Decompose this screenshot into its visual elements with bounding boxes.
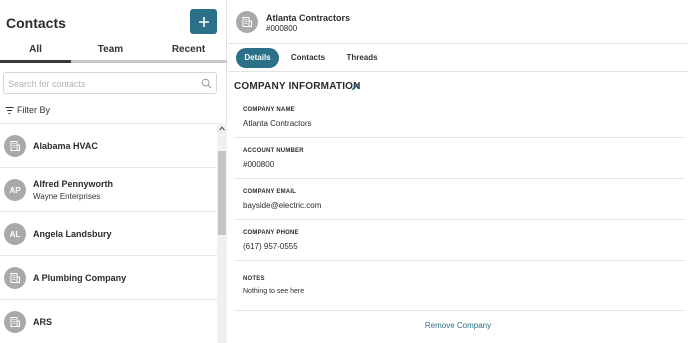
building-icon [10,317,20,327]
company-header: Atlanta Contractors #000800 [228,0,688,44]
field-value: (617) 957-0555 [243,242,298,251]
section-title: COMPANY INFORMATION [234,81,361,92]
account-number-field: ACCOUNT NUMBER #000800 [234,138,685,179]
notes-field: NOTES Nothing to see here [234,261,685,311]
field-label: ACCOUNT NUMBER [243,148,304,154]
search-input[interactable] [8,76,198,91]
list-item[interactable]: ARS [0,300,217,343]
field-value: Nothing to see here [243,288,305,295]
list-item[interactable]: A Plumbing Company [0,256,217,300]
contact-name: ARS [33,317,53,327]
field-value: Atlanta Contractors [243,119,312,128]
filter-icon [5,106,14,114]
contact-name: Angela Landsbury [33,229,112,239]
building-icon [10,141,20,151]
detail-tabs: Details Contacts Threads [228,44,688,72]
avatar-initials: AL [9,229,21,239]
remove-company-link[interactable]: Remove Company [228,321,688,330]
company-account-number: #000800 [266,24,298,33]
company-phone-field: COMPANY PHONE (617) 957-0555 [234,220,685,261]
avatar-initials: AP [9,185,21,195]
contact-company: Wayne Enterprises [33,192,101,201]
avatar [4,135,26,157]
company-email-field: COMPANY EMAIL bayside@electric.com [234,179,685,220]
contact-name: Alfred Pennyworth [33,179,114,189]
contacts-panel: Contacts All Team Recent Filter By [0,0,227,343]
tab-team[interactable]: Team [71,44,150,60]
chevron-up-icon [219,125,225,131]
filter-by-button[interactable]: Filter By [5,103,50,117]
list-item[interactable]: Alabama HVAC [0,124,217,168]
field-value: #000800 [243,160,275,169]
avatar: AL [4,223,26,245]
tab-threads[interactable]: Threads [342,48,382,68]
company-name-heading: Atlanta Contractors [266,13,351,23]
active-tab-indicator [0,60,71,63]
tab-details[interactable]: Details [236,48,279,68]
contact-list-scrollbar[interactable] [217,123,227,343]
field-value: bayside@electric.com [243,201,322,210]
company-name-field: COMPANY NAME Atlanta Contractors [234,97,685,138]
field-label: COMPANY NAME [243,107,295,113]
avatar: AP [4,179,26,201]
scroll-up-button[interactable] [217,123,227,133]
building-icon [242,17,252,27]
tab-contacts[interactable]: Contacts [288,48,328,68]
contact-list: Alabama HVAC AP Alfred Pennyworth Wayne … [0,123,217,343]
contact-name: Alabama HVAC [33,141,98,151]
avatar [4,311,26,333]
pencil-icon[interactable] [351,82,360,91]
contact-name: A Plumbing Company [33,273,127,283]
contacts-title: Contacts [6,15,66,31]
field-label: COMPANY EMAIL [243,189,297,195]
filter-label: Filter By [17,105,51,115]
avatar [4,267,26,289]
field-label: COMPANY PHONE [243,230,299,236]
field-label: NOTES [243,276,265,282]
list-item[interactable]: AP Alfred Pennyworth Wayne Enterprises [0,168,217,212]
tab-all[interactable]: All [0,44,71,60]
search-box [3,72,217,94]
list-item[interactable]: AL Angela Landsbury [0,212,217,256]
tab-recent[interactable]: Recent [150,44,227,60]
scroll-thumb[interactable] [218,151,226,235]
plus-icon [198,16,209,27]
search-icon[interactable] [201,78,212,89]
company-detail-panel: Atlanta Contractors #000800 Details Cont… [228,0,688,343]
building-icon [10,273,20,283]
contacts-header: Contacts [0,0,227,44]
add-contact-button[interactable] [190,9,217,34]
company-avatar [236,11,258,33]
